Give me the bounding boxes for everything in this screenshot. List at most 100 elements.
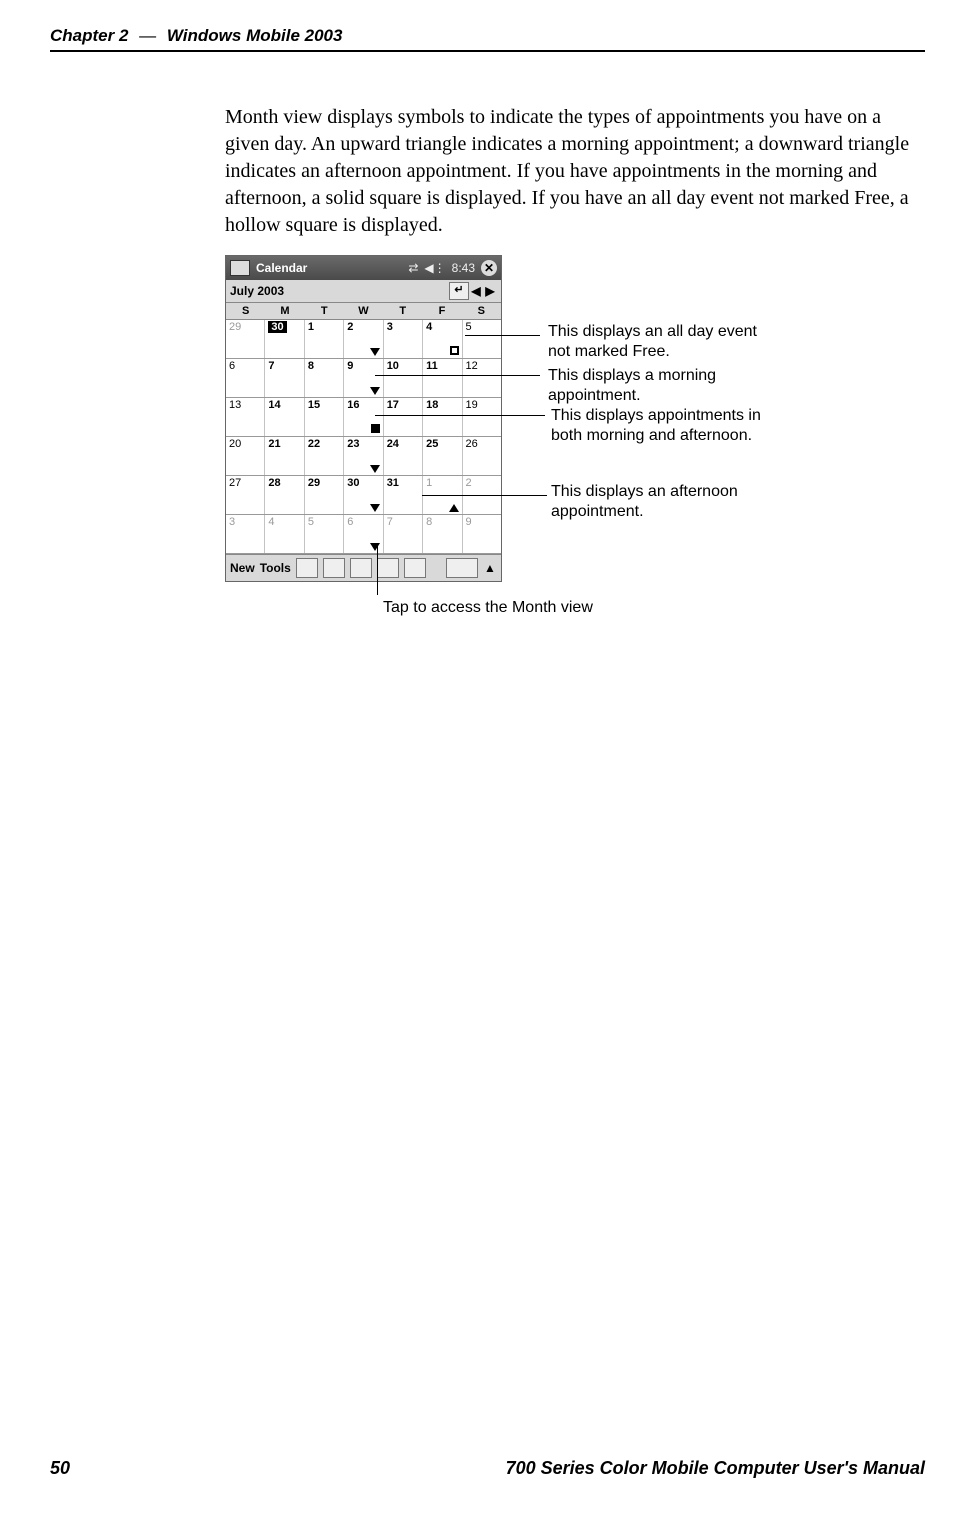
callout-both: This displays appointments in both morni… [551, 406, 771, 446]
day-cell[interactable]: 3 [384, 320, 423, 358]
day-cell[interactable]: 2 [344, 320, 383, 358]
day-of-week-header: SMTWTFS [226, 303, 501, 320]
day-cell[interactable]: 5 [463, 320, 501, 358]
close-icon[interactable]: ✕ [481, 260, 497, 276]
day-cell[interactable]: 11 [423, 359, 462, 397]
day-number: 31 [387, 477, 399, 489]
day-cell[interactable]: 9 [344, 359, 383, 397]
month-bar: July 2003 ↵ ◀ ▶ [226, 280, 501, 303]
appointment-tri-dn-icon [370, 543, 380, 551]
appointment-tri-dn-icon [370, 387, 380, 395]
day-cell[interactable]: 17 [384, 398, 423, 436]
day-cell[interactable]: 8 [423, 515, 462, 553]
day-number: 19 [466, 399, 478, 411]
day-cell[interactable]: 6 [226, 359, 265, 397]
dow-cell: T [383, 303, 422, 319]
day-cell[interactable]: 12 [463, 359, 501, 397]
day-cell[interactable]: 5 [305, 515, 344, 553]
day-cell[interactable]: 29 [305, 476, 344, 514]
keyboard-icon[interactable] [446, 558, 478, 578]
day-number: 7 [268, 360, 274, 372]
header-dash: — [139, 26, 156, 45]
dow-cell: W [344, 303, 383, 319]
menu-tools[interactable]: Tools [260, 561, 291, 575]
appointment-sq-hollow-icon [450, 346, 459, 355]
day-cell[interactable]: 8 [305, 359, 344, 397]
day-number: 6 [229, 360, 235, 372]
day-cell[interactable]: 30 [265, 320, 304, 358]
day-cell[interactable]: 7 [265, 359, 304, 397]
day-cell[interactable]: 21 [265, 437, 304, 475]
day-cell[interactable]: 29 [226, 320, 265, 358]
day-cell[interactable]: 4 [423, 320, 462, 358]
day-cell[interactable]: 20 [226, 437, 265, 475]
day-cell[interactable]: 25 [423, 437, 462, 475]
appointment-sq-solid-icon [371, 424, 380, 433]
day-cell[interactable]: 16 [344, 398, 383, 436]
callout-morning: This displays a morning appointment. [548, 366, 768, 406]
day-number: 30 [268, 321, 286, 333]
day-cell[interactable]: 26 [463, 437, 501, 475]
day-cell[interactable]: 1 [305, 320, 344, 358]
day-number: 22 [308, 438, 320, 450]
view-day-icon[interactable] [323, 558, 345, 578]
day-cell[interactable]: 28 [265, 476, 304, 514]
day-cell[interactable]: 22 [305, 437, 344, 475]
menu-new[interactable]: New [230, 561, 255, 575]
day-number: 1 [308, 321, 314, 333]
dow-cell: T [305, 303, 344, 319]
week-row: 2021 22 232425 26 [226, 437, 501, 476]
day-number: 9 [466, 516, 472, 528]
sip-up-icon[interactable]: ▲ [483, 561, 497, 575]
leader-monthview [377, 545, 378, 595]
view-agenda-icon[interactable] [296, 558, 318, 578]
day-number: 7 [387, 516, 393, 528]
day-number: 2 [466, 477, 472, 489]
view-week-icon[interactable] [350, 558, 372, 578]
month-grid: 2930123456789101112131415161718192021222… [226, 320, 501, 554]
day-cell[interactable]: 7 [384, 515, 423, 553]
day-number: 25 [426, 438, 438, 450]
day-cell[interactable]: 14 [265, 398, 304, 436]
day-cell[interactable]: 27 [226, 476, 265, 514]
day-cell[interactable]: 15 [305, 398, 344, 436]
appointment-tri-up-icon [449, 504, 459, 512]
appointment-tri-dn-icon [370, 465, 380, 473]
appointment-tri-dn-icon [370, 348, 380, 356]
month-label[interactable]: July 2003 [230, 284, 445, 298]
leader-morning [375, 375, 540, 376]
page-number: 50 [50, 1458, 70, 1479]
header-rule [50, 50, 925, 52]
view-month-icon[interactable] [377, 558, 399, 578]
day-cell[interactable]: 24 [384, 437, 423, 475]
prev-month-icon[interactable]: ◀ [469, 284, 483, 298]
day-cell[interactable]: 23 [344, 437, 383, 475]
day-number: 10 [387, 360, 399, 372]
clock-label[interactable]: 8:43 [452, 261, 475, 275]
day-number: 8 [308, 360, 314, 372]
dow-cell: S [226, 303, 265, 319]
day-cell[interactable]: 3 [226, 515, 265, 553]
day-cell[interactable]: 31 [384, 476, 423, 514]
dow-cell: S [462, 303, 501, 319]
day-cell[interactable]: 30 [344, 476, 383, 514]
connectivity-icon[interactable]: ⇄ [408, 261, 418, 275]
view-year-icon[interactable] [404, 558, 426, 578]
callout-afternoon: This displays an afternoon appointment. [551, 482, 771, 522]
day-number: 14 [268, 399, 280, 411]
leader-allday [465, 335, 540, 336]
day-cell[interactable]: 4 [265, 515, 304, 553]
day-cell[interactable]: 18 [423, 398, 462, 436]
callout-allday: This displays an all day event not marke… [548, 322, 768, 362]
day-cell[interactable]: 13 [226, 398, 265, 436]
day-cell[interactable]: 19 [463, 398, 501, 436]
day-number: 6 [347, 516, 353, 528]
day-cell[interactable]: 10 [384, 359, 423, 397]
goto-today-icon[interactable]: ↵ [449, 282, 469, 300]
day-cell[interactable]: 9 [463, 515, 501, 553]
day-number: 1 [426, 477, 432, 489]
day-number: 12 [466, 360, 478, 372]
start-flag-icon[interactable] [230, 260, 250, 276]
next-month-icon[interactable]: ▶ [483, 284, 497, 298]
volume-icon[interactable]: ◀⋮ [424, 261, 445, 275]
